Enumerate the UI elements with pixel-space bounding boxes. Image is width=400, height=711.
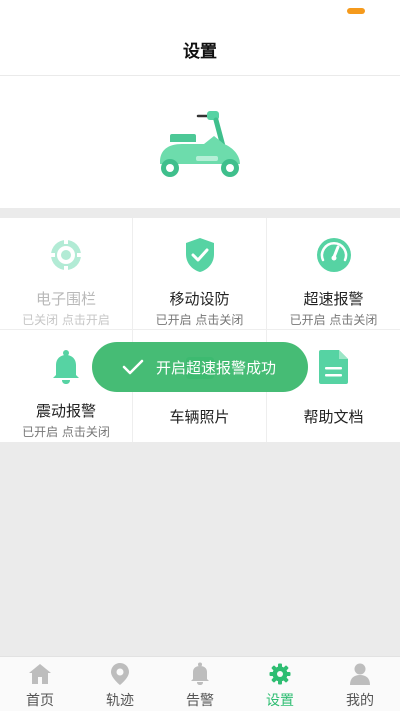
feature-geofence[interactable]: 电子围栏 已关闭 点击开启 [0,218,133,330]
tab-label: 我的 [346,693,374,709]
tab-label: 轨迹 [106,693,134,709]
home-icon [28,662,52,686]
bell-icon [47,348,85,386]
person-icon [348,662,372,686]
location-pin-icon [108,662,132,686]
feature-motion-guard[interactable]: 移动设防 已开启 点击关闭 [133,218,267,330]
toast-message: 开启超速报警成功 [92,342,308,392]
feature-label: 帮助文档 [303,408,364,426]
tab-label: 首页 [26,693,54,709]
feature-label: 电子围栏 [35,290,96,308]
bell-icon [188,662,212,686]
tab-settings[interactable]: 设置 [240,657,320,711]
feature-status: 已开启 点击关闭 [289,313,378,327]
page-title: 设置 [183,42,217,62]
document-icon [315,348,353,386]
speedometer-icon [315,236,353,274]
tab-track[interactable]: 轨迹 [80,657,160,711]
hero-banner [0,76,400,208]
feature-label: 移动设防 [169,290,230,308]
feature-status: 已开启 点击关闭 [22,425,110,439]
feature-status: 已关闭 点击开启 [22,313,110,327]
tab-label: 告警 [186,693,214,709]
feature-label: 震动报警 [35,402,96,420]
check-icon [122,359,144,375]
shield-check-icon [181,236,219,274]
status-bar [0,0,400,24]
feature-status: 已开启 点击关闭 [155,313,244,327]
feature-grid: 电子围栏 已关闭 点击开启 移动设防 已开启 点击关闭 超速报警 已开启 点击关… [0,218,400,442]
feature-label: 超速报警 [303,290,364,308]
tab-alerts[interactable]: 告警 [160,657,240,711]
feature-overspeed-alarm[interactable]: 超速报警 已开启 点击关闭 [267,218,400,330]
feature-label: 车辆照片 [169,408,230,426]
battery-icon [347,8,365,14]
tab-home[interactable]: 首页 [0,657,80,711]
tab-profile[interactable]: 我的 [320,657,400,711]
tab-bar: 首页 轨迹 告警 设置 我的 [0,656,400,711]
gear-icon [268,662,292,686]
tab-label: 设置 [266,693,294,709]
geofence-icon [47,236,85,274]
scooter-illustration [160,111,240,177]
toast-text: 开启超速报警成功 [156,358,277,377]
header: 设置 [0,24,400,76]
